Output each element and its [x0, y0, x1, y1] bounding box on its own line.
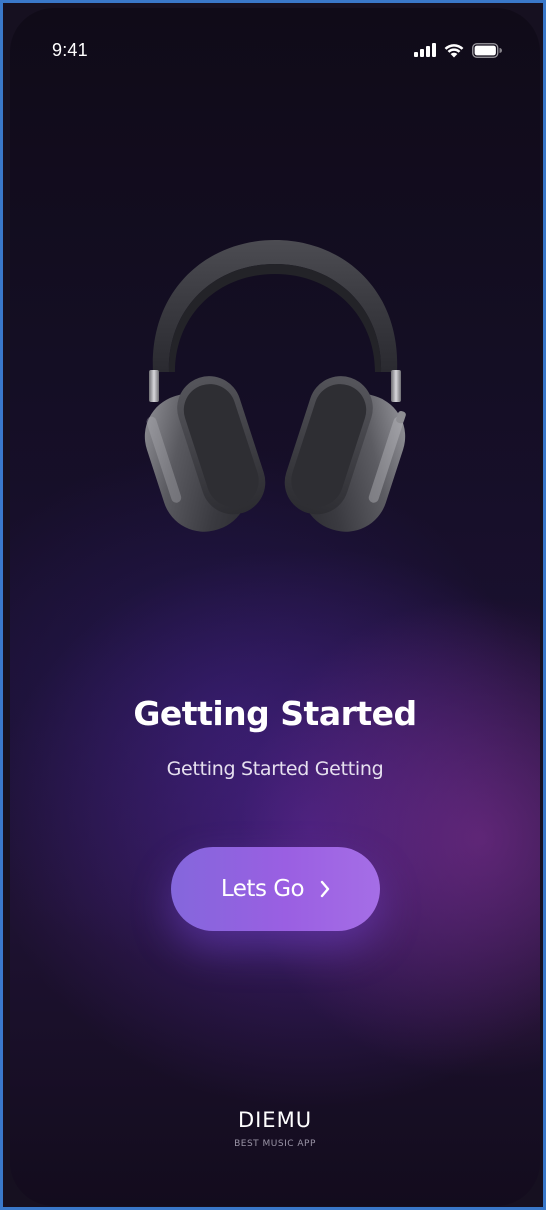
chevron-right-icon	[320, 880, 330, 898]
status-icons	[414, 42, 502, 58]
cellular-signal-icon	[414, 43, 436, 57]
wifi-icon	[444, 43, 464, 57]
device-frame: 9:41 Getting Started Getting Started Get…	[0, 0, 546, 1210]
page-subtitle: Getting Started Getting	[166, 758, 384, 780]
lets-go-label: Lets Go	[220, 876, 305, 902]
battery-icon	[472, 42, 502, 58]
page-title: Getting Started	[133, 694, 417, 733]
brand-tagline: BEST MUSIC APP	[234, 1139, 316, 1149]
headphones-illustration	[144, 240, 406, 532]
brand-name: DIEMU	[237, 1108, 313, 1132]
onboarding-screen: 9:41 Getting Started Getting Started Get…	[10, 8, 540, 1206]
lets-go-button[interactable]: Lets Go	[171, 847, 380, 931]
status-time: 9:41	[52, 40, 88, 60]
